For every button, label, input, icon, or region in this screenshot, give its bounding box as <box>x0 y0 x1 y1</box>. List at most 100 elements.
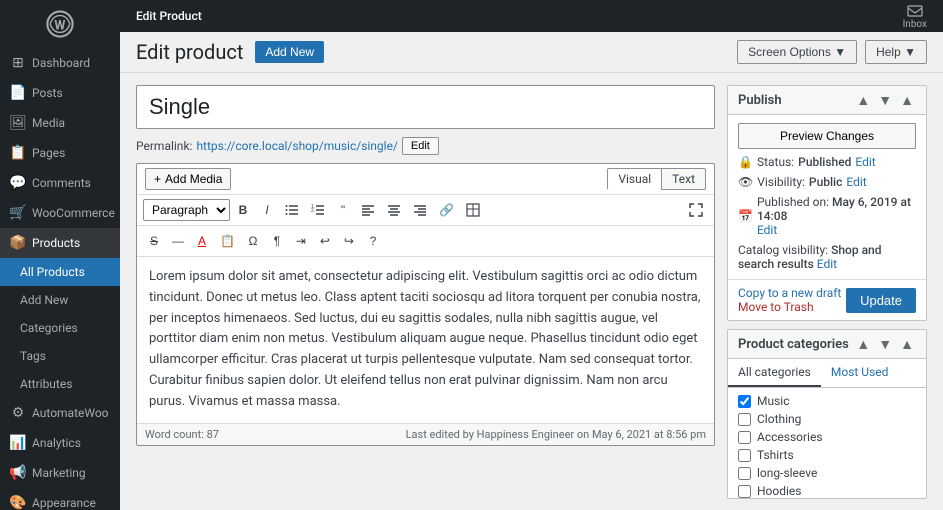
inbox-button[interactable]: Inbox <box>903 3 927 30</box>
publish-panel-collapse-up[interactable]: ▲ <box>854 92 872 108</box>
screen-options-button[interactable]: Screen Options ▼ <box>737 40 857 64</box>
category-checkbox-4[interactable] <box>738 467 751 480</box>
category-checkbox-2[interactable] <box>738 431 751 444</box>
sidebar: W ⊞Dashboard📄Posts🖼Media📋Pages💬Comments🛒… <box>0 0 120 510</box>
sidebar-item-label-analytics: Analytics <box>32 436 81 450</box>
sidebar-item-automatewoo[interactable]: ⚙AutomateWoo <box>0 398 120 428</box>
preview-changes-button[interactable]: Preview Changes <box>738 123 916 149</box>
sidebar-item-appearance[interactable]: 🎨Appearance <box>0 488 120 510</box>
sidebar-item-tags[interactable]: Tags <box>0 342 120 370</box>
help-keyboard-button[interactable]: ? <box>362 230 384 252</box>
publish-panel-header: Publish ▲ ▼ ▲ <box>728 86 926 115</box>
categories-panel-collapse-up[interactable]: ▲ <box>854 336 872 352</box>
redo-button[interactable]: ↪ <box>338 230 360 252</box>
category-label-2[interactable]: Accessories <box>757 430 823 444</box>
category-label-1[interactable]: Clothing <box>757 412 801 426</box>
dashboard-icon: ⊞ <box>10 55 26 71</box>
strikethrough-button[interactable]: S <box>143 230 165 252</box>
tab-all-categories[interactable]: All categories <box>728 359 821 387</box>
publish-panel-collapse-down[interactable]: ▼ <box>876 92 894 108</box>
undo-button[interactable]: ↩ <box>314 230 336 252</box>
editor-toolbar-row2: S — A 📋 Ω ¶ ⇥ ↩ ↪ ? <box>137 226 714 257</box>
media-icon: 🖼 <box>10 115 26 131</box>
permalink-edit-button[interactable]: Edit <box>402 137 439 155</box>
sidebar-item-add-new[interactable]: Add New <box>0 286 120 314</box>
ordered-list-button[interactable]: 1.2. <box>306 199 330 221</box>
header-actions: Screen Options ▼ Help ▼ <box>737 40 927 64</box>
status-row: 🔒 Status: Published Edit <box>738 155 916 169</box>
font-color-button[interactable]: A <box>191 230 213 252</box>
categories-panel: Product categories ▲ ▼ ▲ All categories … <box>727 329 927 499</box>
sidebar-item-comments[interactable]: 💬Comments <box>0 168 120 198</box>
sidebar-item-attributes[interactable]: Attributes <box>0 370 120 398</box>
category-label-4[interactable]: long-sleeve <box>757 466 817 480</box>
categories-panel-close[interactable]: ▲ <box>898 336 916 352</box>
catalog-edit-link[interactable]: Edit <box>817 257 837 271</box>
marketing-icon: 📢 <box>10 465 26 481</box>
indent-button[interactable]: ⇥ <box>290 230 312 252</box>
add-new-button[interactable]: Add New <box>255 41 324 63</box>
sidebar-item-analytics[interactable]: 📊Analytics <box>0 428 120 458</box>
sidebar-item-label-tags: Tags <box>20 349 46 363</box>
special-char-button[interactable]: Ω <box>242 230 264 252</box>
paragraph-select[interactable]: Paragraph <box>143 199 230 221</box>
unordered-list-button[interactable] <box>280 199 304 221</box>
product-title-input[interactable] <box>136 85 715 129</box>
category-checkbox-3[interactable] <box>738 449 751 462</box>
align-right-button[interactable] <box>408 199 432 221</box>
paragraph-mark-button[interactable]: ¶ <box>266 230 288 252</box>
sidebar-item-pages[interactable]: 📋Pages <box>0 138 120 168</box>
editor-content[interactable]: Lorem ipsum dolor sit amet, consectetur … <box>137 257 714 423</box>
align-center-button[interactable] <box>382 199 406 221</box>
category-label-3[interactable]: Tshirts <box>757 448 794 462</box>
topbar-right: Inbox <box>903 3 927 30</box>
category-checkbox-1[interactable] <box>738 413 751 426</box>
category-checkbox-5[interactable] <box>738 485 751 498</box>
bold-button[interactable]: B <box>232 199 254 221</box>
sidebar-item-products[interactable]: 📦Products <box>0 228 120 258</box>
sidebar-item-categories[interactable]: Categories <box>0 314 120 342</box>
category-label-0[interactable]: Music <box>757 394 789 408</box>
expand-editor-button[interactable] <box>684 199 708 221</box>
publish-panel-close[interactable]: ▲ <box>898 92 916 108</box>
visibility-icon: 👁 <box>738 175 753 189</box>
sidebar-item-dashboard[interactable]: ⊞Dashboard <box>0 48 120 78</box>
page-title: Edit product <box>136 40 243 64</box>
add-media-button[interactable]: + Add Media <box>145 168 231 190</box>
paste-button[interactable]: 📋 <box>215 230 240 252</box>
align-left-button[interactable] <box>356 199 380 221</box>
main-content: Edit Product Inbox Edit product Add New … <box>120 0 943 510</box>
permalink-url[interactable]: https://core.local/shop/music/single/ <box>196 139 397 153</box>
list-item: long-sleeve <box>738 466 916 480</box>
insert-table-button[interactable] <box>461 199 485 221</box>
sidebar-item-label-marketing: Marketing <box>32 466 86 480</box>
sidebar-item-woocommerce[interactable]: 🛒WooCommerce <box>0 198 120 228</box>
sidebar-item-media[interactable]: 🖼 Media <box>0 108 120 138</box>
tab-most-used-categories[interactable]: Most Used <box>821 359 899 387</box>
permalink-bar: Permalink: https://core.local/shop/music… <box>136 137 715 155</box>
status-label: Status: <box>757 155 794 169</box>
italic-button[interactable]: I <box>256 199 278 221</box>
category-label-5[interactable]: Hoodies <box>757 484 802 498</box>
categories-panel-collapse-down[interactable]: ▼ <box>876 336 894 352</box>
help-button[interactable]: Help ▼ <box>865 40 927 64</box>
visibility-edit-link[interactable]: Edit <box>846 175 866 189</box>
blockquote-button[interactable]: " <box>332 199 354 221</box>
category-checkbox-0[interactable] <box>738 395 751 408</box>
tab-text[interactable]: Text <box>661 168 706 190</box>
insert-link-button[interactable]: 🔗 <box>434 199 459 221</box>
copy-draft-link[interactable]: Copy to a new draft <box>738 286 841 300</box>
update-button[interactable]: Update <box>846 288 916 313</box>
tab-visual[interactable]: Visual <box>607 168 661 190</box>
sidebar-item-label-media: Media <box>32 116 65 130</box>
sidebar-item-posts[interactable]: 📄Posts <box>0 78 120 108</box>
sidebar-item-all-products[interactable]: All Products <box>0 258 120 286</box>
sidebar-item-marketing[interactable]: 📢 Marketing <box>0 458 120 488</box>
categories-panel-actions: ▲ ▼ ▲ <box>854 336 916 352</box>
status-edit-link[interactable]: Edit <box>855 155 875 169</box>
move-trash-link[interactable]: Move to Trash <box>738 300 841 314</box>
published-edit-link[interactable]: Edit <box>757 223 777 237</box>
horizontal-rule-button[interactable]: — <box>167 230 189 252</box>
publish-panel-title: Publish <box>738 93 782 108</box>
published-label: Published on: <box>757 195 829 209</box>
